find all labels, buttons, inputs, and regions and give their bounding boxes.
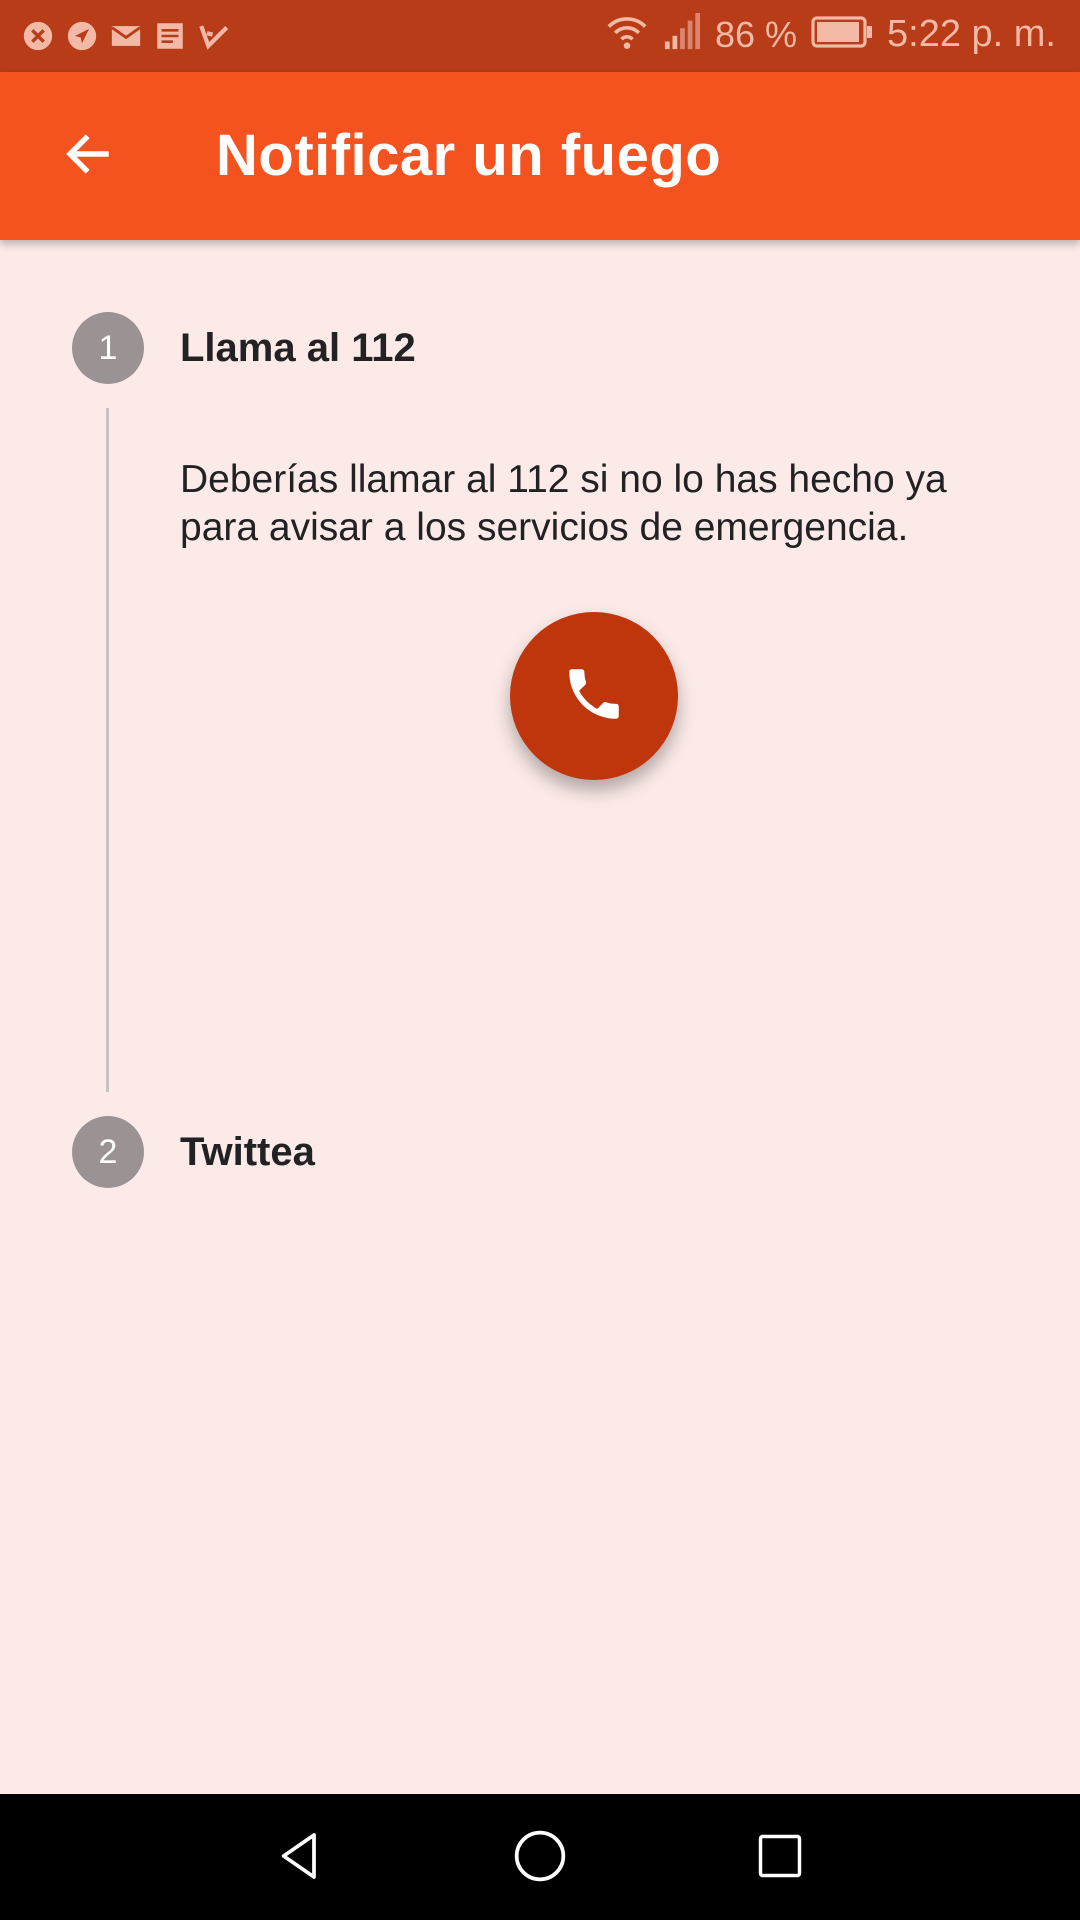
step-title-1[interactable]: Llama al 112 bbox=[180, 326, 416, 371]
home-circle-icon bbox=[512, 1828, 568, 1889]
step-description: Deberías llamar al 112 si no lo has hech… bbox=[180, 458, 947, 549]
arrow-back-icon bbox=[61, 127, 115, 186]
step-connector bbox=[106, 408, 109, 1092]
step-title-2[interactable]: Twittea bbox=[180, 1130, 315, 1175]
system-nav-bar bbox=[0, 1794, 1080, 1920]
status-indicators: 86 % 5:22 p. m. bbox=[605, 12, 1056, 57]
notification-icons bbox=[20, 18, 232, 54]
clock: 5:22 p. m. bbox=[887, 13, 1056, 55]
mail-icon bbox=[108, 18, 144, 54]
check-icon bbox=[196, 18, 232, 54]
recents-square-icon bbox=[754, 1830, 806, 1887]
battery-percent: 86 % bbox=[714, 13, 798, 55]
step-number-2[interactable]: 2 bbox=[72, 1116, 144, 1188]
nav-home-button[interactable] bbox=[504, 1822, 576, 1894]
battery-icon bbox=[811, 16, 873, 53]
app-bar: Notificar un fuego bbox=[0, 72, 1080, 240]
close-circle-icon bbox=[20, 18, 56, 54]
signal-icon bbox=[663, 13, 701, 56]
status-bar: 86 % 5:22 p. m. bbox=[0, 0, 1080, 72]
wifi-icon bbox=[605, 12, 649, 57]
back-button[interactable] bbox=[40, 108, 136, 204]
nav-recents-button[interactable] bbox=[744, 1822, 816, 1894]
navigation-icon bbox=[64, 18, 100, 54]
back-triangle-icon bbox=[272, 1828, 328, 1889]
page-title: Notificar un fuego bbox=[216, 123, 722, 188]
nav-back-button[interactable] bbox=[264, 1822, 336, 1894]
stepper: 1 Llama al 112 Deberías llamar al 112 si… bbox=[0, 240, 1080, 1794]
step-number-1[interactable]: 1 bbox=[72, 312, 144, 384]
phone-icon bbox=[561, 661, 627, 732]
call-button[interactable] bbox=[510, 612, 678, 780]
news-icon bbox=[152, 18, 188, 54]
